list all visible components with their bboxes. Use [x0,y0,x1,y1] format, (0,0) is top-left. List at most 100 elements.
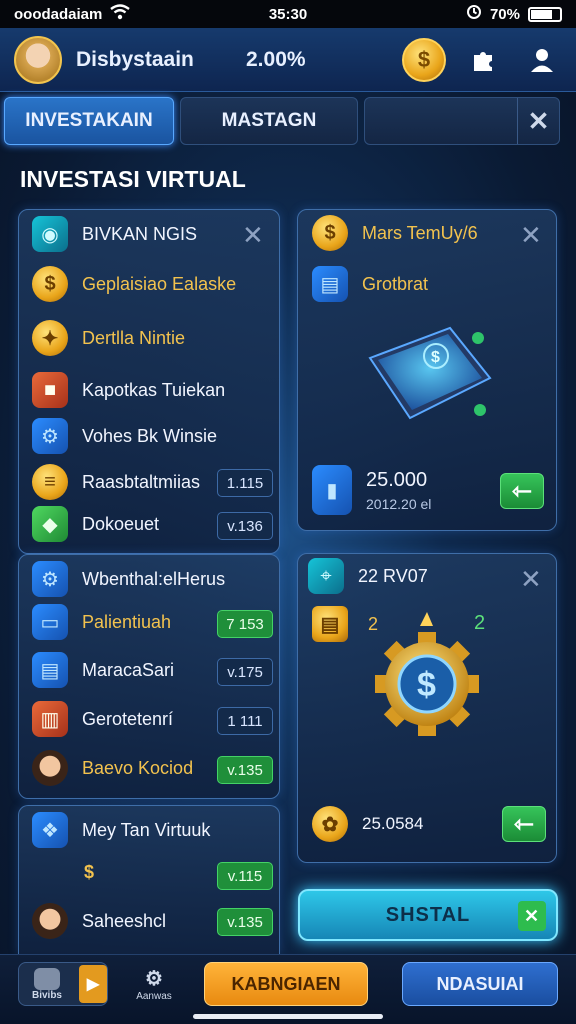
tab-empty: ✕ [364,97,560,145]
value-badge: 1 111 [217,707,273,735]
percent-readout: 2.00% [246,47,306,71]
list-item[interactable]: ❖ Mey Tan Virtuuk [32,812,210,848]
tablet-illustration: $ [350,318,500,438]
nav-wrench-button[interactable]: ⚙ Aanwas [132,964,176,1004]
secondary-action-button[interactable]: NDASUIAI [402,962,558,1006]
list-item[interactable]: Baevo Kociod [32,750,193,786]
tab-bar: INVESTAKAIN MASTAGN ✕ [0,92,576,150]
value-badge: v.135 [217,908,273,936]
user-avatar[interactable] [14,35,62,84]
primary-action-button[interactable]: KABNGIAEN [204,962,368,1006]
panel-b-title: Wbenthal:elHerus [82,568,226,589]
value-badge: v.115 [217,862,273,890]
list-item[interactable]: Saheeshcl [32,903,166,939]
list-item[interactable]: ≡ Raasbtaltmiias [32,464,200,500]
nav-home-label: Bivibs [31,989,62,1001]
card-2-value: 25.0584 [362,814,424,833]
coin-icon[interactable]: $ [402,37,446,82]
close-icon[interactable]: ✕ [518,901,546,931]
card-1-value: 25.000 [366,468,428,491]
profile-icon[interactable] [522,40,562,80]
value-badge: v.136 [217,512,273,540]
close-icon[interactable]: ✕ [242,220,264,251]
card-2-value-row: ✿ 25.0584 [312,806,423,842]
panel-a-header: ◉ BIVKAN NGIS [32,216,197,252]
list-item-label: Geplaisiao Ealaske [82,273,237,294]
collect-button[interactable]: ⇽ [500,473,544,509]
coin-stack-icon: ≡ [32,464,68,500]
username: Disbystaain [76,47,194,71]
person-avatar-icon [32,750,68,786]
close-icon[interactable]: ✕ [520,564,542,595]
list-item[interactable]: ▤ MaracaSari [32,652,174,688]
card-2-doc-row: ▤ 2 [312,606,378,642]
dollar-label: $ [84,862,95,882]
nav-mid-label: Aanwas [136,991,172,1002]
card-1-value-row: ▮ 25.000 2012.20 el [312,465,431,515]
gear-coin-icon: ✦ [32,320,68,356]
list-item-label: Dertlla Nintie [82,327,186,348]
header-bar: Disbystaain 2.00% $ [0,28,576,92]
network-icon: ⚙ [32,561,68,597]
card-1-header: $ Mars TemUy/6 [312,215,478,251]
list-item-label: Saheeshcl [82,910,167,931]
cubes-icon: ❖ [32,812,68,848]
card-2-header: ⌖ 22 RV07 [308,558,428,594]
list-item-label: Palientiuah [82,611,172,632]
card-1-title: Mars TemUy/6 [362,222,478,243]
card-2-title: 22 RV07 [358,565,428,586]
list-item-label: Vohes Bk Winsie [82,425,218,446]
map-icon: ⌖ [308,558,344,594]
battery-icon [528,6,562,22]
close-icon[interactable]: ✕ [520,220,542,251]
cube-icon: ■ [32,372,68,408]
shstal-label: SHSTAL [385,903,471,926]
nav-home-button[interactable]: Bivibs ▶ [18,962,108,1006]
card-1-subtitle: Grotbrat [362,273,429,294]
network-icon: ◉ [32,216,68,252]
list-item[interactable]: ⚙ Vohes Bk Winsie [32,418,217,454]
gear-coin-illustration: $ [372,612,482,744]
value-badge: 7 153 [217,610,273,638]
play-icon: ▶ [79,965,107,1003]
value-badge: v.175 [217,658,273,686]
value-badge: 1.115 [217,469,273,497]
close-icon[interactable]: ✕ [517,98,559,144]
list-item[interactable]: ✦ Dertlla Nintie [32,320,185,356]
list-item[interactable]: ■ Kapotkas Tuiekan [32,372,225,408]
panel-a-title: BIVKAN NGIS [82,223,198,244]
list-item-label: Mey Tan Virtuuk [82,819,211,840]
status-carrier: ooodadaiam [14,4,466,24]
list-item-label: Baevo Kociod [82,757,194,778]
list-item[interactable]: ◆ Dokoeuet [32,506,159,542]
tablet-icon: ▭ [32,604,68,640]
home-indicator[interactable] [193,1014,383,1019]
person-avatar-icon [32,903,68,939]
list-item-label: MaracaSari [82,659,175,680]
list-item[interactable]: ▥ Gerotetenrí [32,701,173,737]
book-icon: ▤ [32,652,68,688]
list-item-label: Dokoeuet [82,513,160,534]
books-icon: ▥ [32,701,68,737]
list-item[interactable]: $ Geplaisiao Ealaske [32,266,236,302]
card-1-subvalue: 2012.20 el [366,495,432,512]
svg-text:$: $ [431,349,440,366]
value-badge: v.135 [217,756,273,784]
wifi-icon [110,4,131,24]
gear-coin-icon: $ [312,215,348,251]
shstal-button[interactable]: SHSTAL ✕ [298,889,558,941]
alarm-icon [466,4,482,24]
puzzle-icon[interactable] [464,40,504,80]
list-item-label: Gerotetenrí [82,708,174,729]
wrench-icon: ⚙ [145,968,163,990]
phone-icon: ▮ [312,465,352,515]
user-icon [34,967,60,990]
tab-investakain[interactable]: INVESTAKAIN [4,97,174,145]
carrier-text: ooodadaiam [14,5,103,23]
collect-button[interactable]: ⇽ [502,806,546,842]
gold-coin-icon: $ [32,266,68,302]
list-item[interactable]: ▭ Palientiuah [32,604,171,640]
section-title: INVESTASI VIRTUAL [20,166,246,192]
tab-mastagn[interactable]: MASTAGN [180,97,358,145]
card-1-sub: ▤ Grotbrat [312,266,428,302]
